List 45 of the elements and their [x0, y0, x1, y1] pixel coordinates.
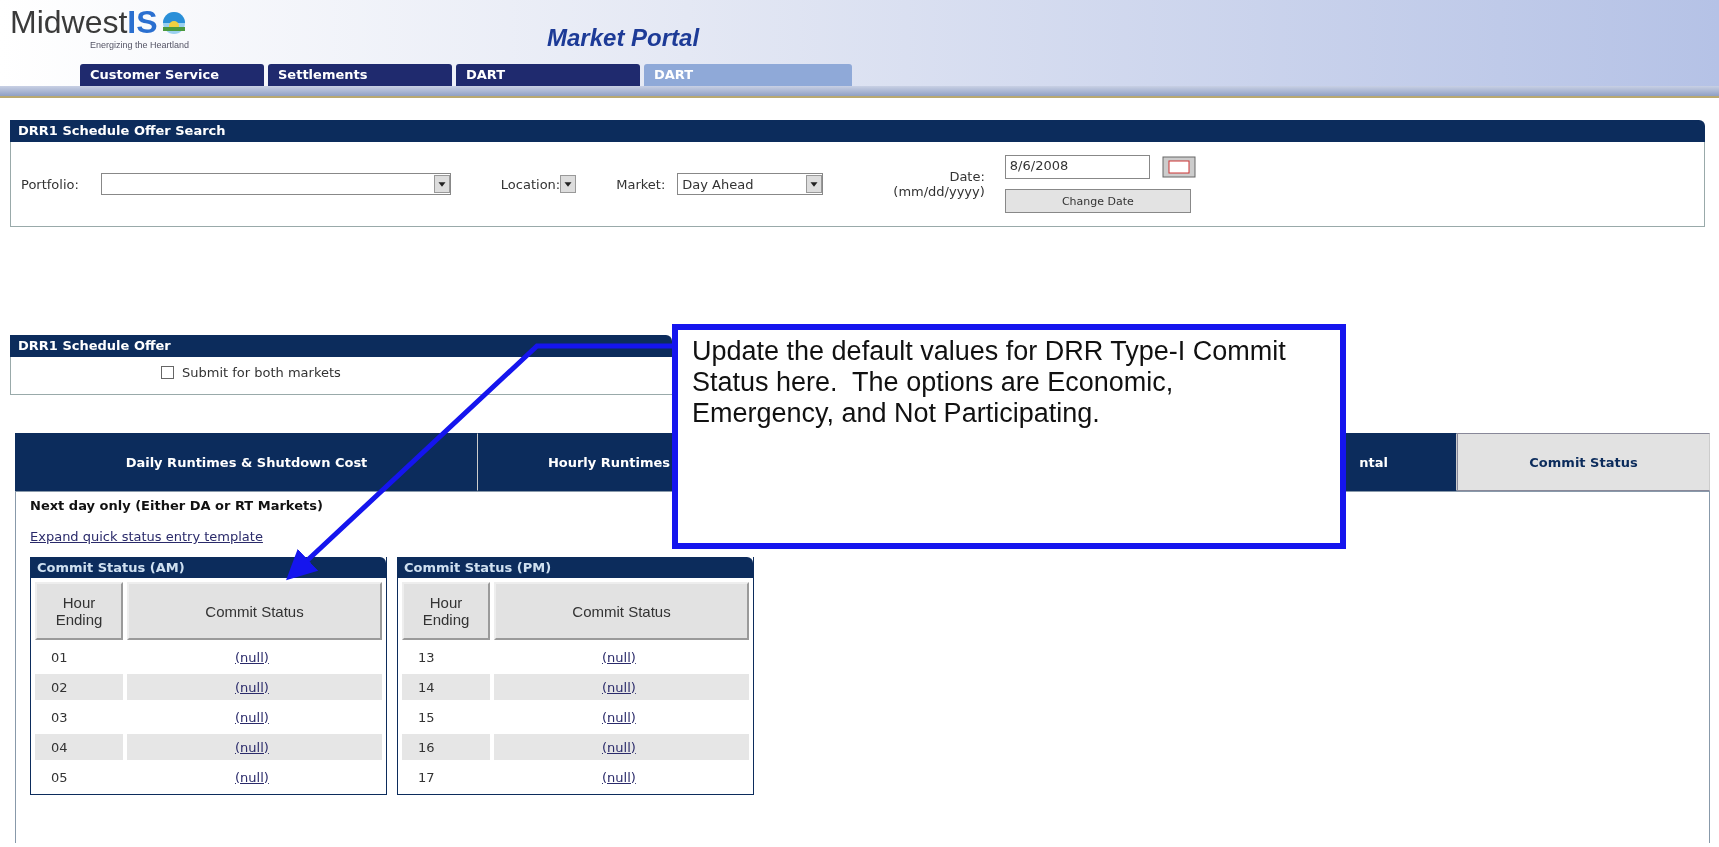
- status-link[interactable]: (null): [602, 709, 636, 725]
- date-field[interactable]: 8/6/2008: [1004, 155, 1150, 179]
- panel-title: DRR1 Schedule Offer Search: [10, 120, 1705, 142]
- hour-cell: 14: [402, 674, 490, 700]
- field-label: Location:: [500, 176, 561, 192]
- checkbox[interactable]: [161, 366, 174, 379]
- table-title: Commit Status (PM): [398, 557, 753, 578]
- nav-tab[interactable]: Settlements: [268, 64, 452, 86]
- status-link[interactable]: (null): [602, 769, 636, 785]
- status-link[interactable]: (null): [235, 679, 269, 695]
- portal-title: Market Portal: [547, 24, 700, 52]
- status-link[interactable]: (null): [235, 649, 269, 665]
- status-link[interactable]: (null): [235, 769, 269, 785]
- hour-cell: 16: [402, 734, 490, 760]
- logo-name: Midwest: [10, 4, 128, 40]
- nav-tab[interactable]: Customer Service: [80, 64, 264, 86]
- column-header: Commit Status: [127, 582, 382, 640]
- logo-tagline: Energizing the Heartland: [90, 40, 191, 50]
- field-label: Market:: [616, 176, 666, 192]
- status-link[interactable]: (null): [602, 679, 636, 695]
- column-header: Commit Status: [494, 582, 749, 640]
- hour-cell: 04: [35, 734, 123, 760]
- change-date-button[interactable]: Change Date: [1004, 189, 1191, 213]
- field-label: Date:: [949, 169, 985, 184]
- calendar-icon[interactable]: [1161, 156, 1196, 178]
- status-link[interactable]: (null): [602, 649, 636, 665]
- expand-template-link[interactable]: Expand quick status entry template: [30, 529, 263, 544]
- note-text: Next day only (Either DA or RT Markets): [30, 498, 324, 513]
- callout-tooltip: Update the default values for DRR Type-I Commit Status here. The options are Economic, Emergency, and Not Participating.: [672, 324, 1346, 549]
- status-link[interactable]: (null): [602, 739, 636, 755]
- column-header: Hour Ending: [402, 582, 490, 640]
- status-link[interactable]: (null): [235, 709, 269, 725]
- tab[interactable]: Daily Runtimes & Shutdown Cost: [15, 433, 478, 491]
- tab[interactable]: Commit Status: [1457, 433, 1710, 491]
- status-link[interactable]: (null): [235, 739, 269, 755]
- column-header: Hour Ending: [35, 582, 123, 640]
- field-label: Portfolio:: [21, 176, 79, 192]
- hour-cell: 02: [35, 674, 123, 700]
- checkbox-label: Submit for both markets: [182, 365, 341, 380]
- date-format-hint: (mm/dd/yyyy): [893, 184, 985, 199]
- market-select[interactable]: Day Ahead: [677, 173, 824, 195]
- nav-tab[interactable]: DART: [456, 64, 640, 86]
- panel-title: DRR1 Schedule Offer: [10, 335, 672, 357]
- table-title: Commit Status (AM): [31, 557, 386, 578]
- logo-accent: IS: [127, 4, 158, 40]
